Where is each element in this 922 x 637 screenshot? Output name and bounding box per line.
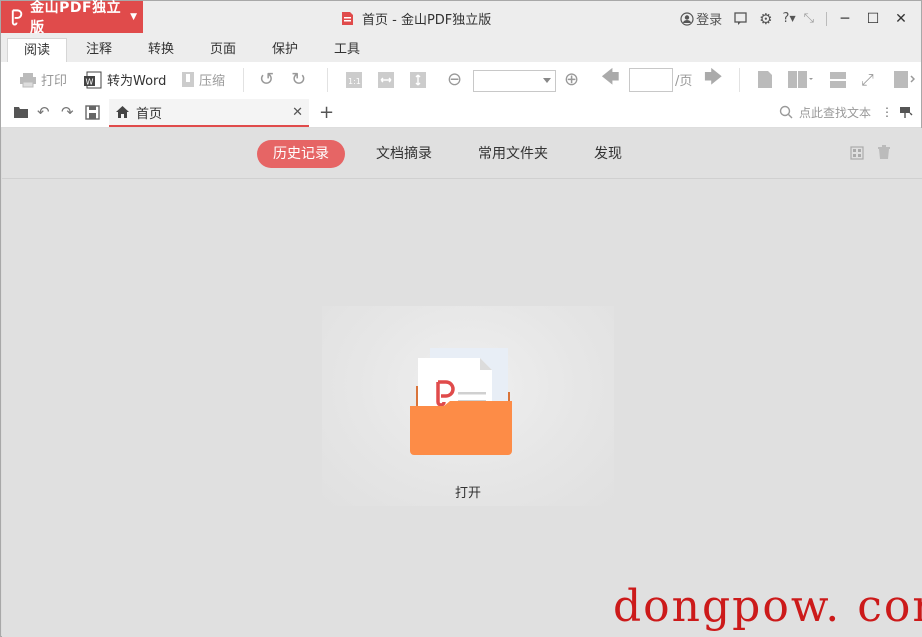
chevron-down-icon: ▼ <box>130 12 137 22</box>
menu-tabs: 阅读 注释 转换 页面 保护 工具 <box>1 36 921 63</box>
rotate-right-icon[interactable]: ↻ <box>291 62 306 97</box>
grid-view-icon[interactable] <box>850 146 864 160</box>
clear-icon[interactable] <box>877 145 891 160</box>
nav-discover[interactable]: 发现 <box>578 140 638 168</box>
single-page-icon[interactable] <box>757 62 773 97</box>
open-file-area[interactable]: 打开 <box>322 306 614 506</box>
maximize-icon[interactable]: ☐ <box>859 11 887 27</box>
more-icon[interactable]: ⋮ <box>881 105 893 119</box>
tab-home-label: 首页 <box>136 106 163 122</box>
pin-icon[interactable] <box>899 97 913 127</box>
close-icon[interactable]: ✕ <box>887 11 915 27</box>
title-controls: 登录 ⚙ ? ▼ ⤡ ─ ☐ ✕ <box>680 1 921 36</box>
page-suffix: /页 <box>675 74 693 89</box>
print-icon <box>20 72 36 87</box>
window-title: 首页 - 金山PDF独立版 <box>341 1 491 36</box>
help-icon: ? <box>782 11 790 26</box>
nav-common-folders[interactable]: 常用文件夹 <box>462 140 564 168</box>
title-divider <box>826 11 827 26</box>
app-logo-icon <box>11 9 23 26</box>
to-word-label: 转为Word <box>107 74 167 89</box>
watermark: dongpow. com <box>613 581 922 632</box>
open-folder-icon[interactable] <box>13 97 30 127</box>
search-icon <box>779 105 793 119</box>
print-button[interactable]: 打印 <box>19 62 67 97</box>
new-tab-button[interactable]: + <box>319 102 334 123</box>
page-number-input[interactable] <box>629 68 673 92</box>
fit-width-icon[interactable] <box>377 62 395 97</box>
compress-icon <box>182 72 194 87</box>
tab-read[interactable]: 阅读 <box>7 38 67 63</box>
double-page-icon[interactable] <box>787 62 813 97</box>
folder-open-illustration <box>410 348 512 455</box>
home-page: 历史记录 文档摘录 常用文件夹 发现 打开 <box>2 128 922 637</box>
title-bar: 金山PDF独立版 ▼ 首页 - 金山PDF独立版 登录 ⚙ ? ▼ ⤡ ─ ☐ … <box>1 0 921 36</box>
document-icon <box>342 12 353 25</box>
tab-home[interactable]: 首页 ✕ <box>109 99 309 127</box>
tab-strip: ↶ ↷ 首页 ✕ + 点此查找文本 ⋮ <box>1 97 921 128</box>
rotate-left-icon[interactable]: ↺ <box>259 62 274 97</box>
to-word-button[interactable]: W 转为Word <box>83 62 166 97</box>
nav-history[interactable]: 历史记录 <box>257 140 345 168</box>
toolbar-separator <box>327 68 328 92</box>
search-placeholder: 点此查找文本 <box>799 105 872 120</box>
app-window: 金山PDF独立版 ▼ 首页 - 金山PDF独立版 登录 ⚙ ? ▼ ⤡ ─ ☐ … <box>0 0 922 637</box>
user-icon <box>680 11 694 26</box>
zoom-select[interactable] <box>473 70 556 92</box>
tab-annotate[interactable]: 注释 <box>73 38 125 62</box>
prev-page-icon[interactable]: 🡄 <box>601 62 620 97</box>
save-icon[interactable] <box>85 97 100 127</box>
home-icon <box>116 106 129 118</box>
print-label: 打印 <box>41 74 68 89</box>
fit-page-icon[interactable] <box>409 62 427 97</box>
close-tab-icon[interactable]: ✕ <box>292 105 303 120</box>
fullscreen-icon[interactable]: ⤢ <box>861 62 874 97</box>
tab-tools[interactable]: 工具 <box>321 38 373 62</box>
compress-button[interactable]: 压缩 <box>181 62 225 97</box>
toolbar-separator <box>739 68 740 92</box>
window-title-text: 首页 - 金山PDF独立版 <box>362 13 492 28</box>
continuous-icon[interactable] <box>829 62 847 97</box>
toolbar: 打印 W 转为Word 压缩 ↺ ↻ 1:1 ⊖ ⊕ 🡄 /页 🡆 ⤢ <box>1 62 921 98</box>
feedback-icon[interactable] <box>734 12 747 25</box>
minimize-icon[interactable]: ─ <box>831 11 859 27</box>
tab-page[interactable]: 页面 <box>197 38 249 62</box>
settings-icon[interactable]: ⚙ <box>759 10 772 28</box>
open-label: 打开 <box>454 486 481 501</box>
actual-size-icon[interactable]: 1:1 <box>345 62 363 97</box>
help-button[interactable]: ? ▼ <box>783 11 796 26</box>
tab-protect[interactable]: 保护 <box>259 38 311 62</box>
zoom-in-icon[interactable]: ⊕ <box>564 62 579 97</box>
more-tools-icon[interactable] <box>893 62 915 97</box>
undo-icon[interactable]: ↶ <box>37 97 50 127</box>
search-box[interactable]: 点此查找文本 ⋮ <box>779 97 893 127</box>
svg-text:1:1: 1:1 <box>348 77 361 86</box>
compress-label: 压缩 <box>199 74 226 89</box>
login-button[interactable]: 登录 <box>680 9 722 28</box>
home-nav: 历史记录 文档摘录 常用文件夹 发现 <box>2 128 922 179</box>
shrink-icon[interactable]: ⤡ <box>804 11 814 26</box>
chevron-down-icon <box>543 78 551 83</box>
next-page-icon[interactable]: 🡆 <box>704 62 723 97</box>
word-icon: W <box>84 71 102 88</box>
app-menu-button[interactable]: 金山PDF独立版 ▼ <box>1 0 143 36</box>
redo-icon[interactable]: ↷ <box>61 97 74 127</box>
tab-convert[interactable]: 转换 <box>135 38 187 62</box>
svg-text:W: W <box>86 77 94 86</box>
zoom-out-icon[interactable]: ⊖ <box>447 62 462 97</box>
toolbar-separator <box>243 68 244 92</box>
app-name: 金山PDF独立版 <box>30 0 122 36</box>
nav-excerpts[interactable]: 文档摘录 <box>360 140 448 168</box>
login-label: 登录 <box>696 13 723 28</box>
